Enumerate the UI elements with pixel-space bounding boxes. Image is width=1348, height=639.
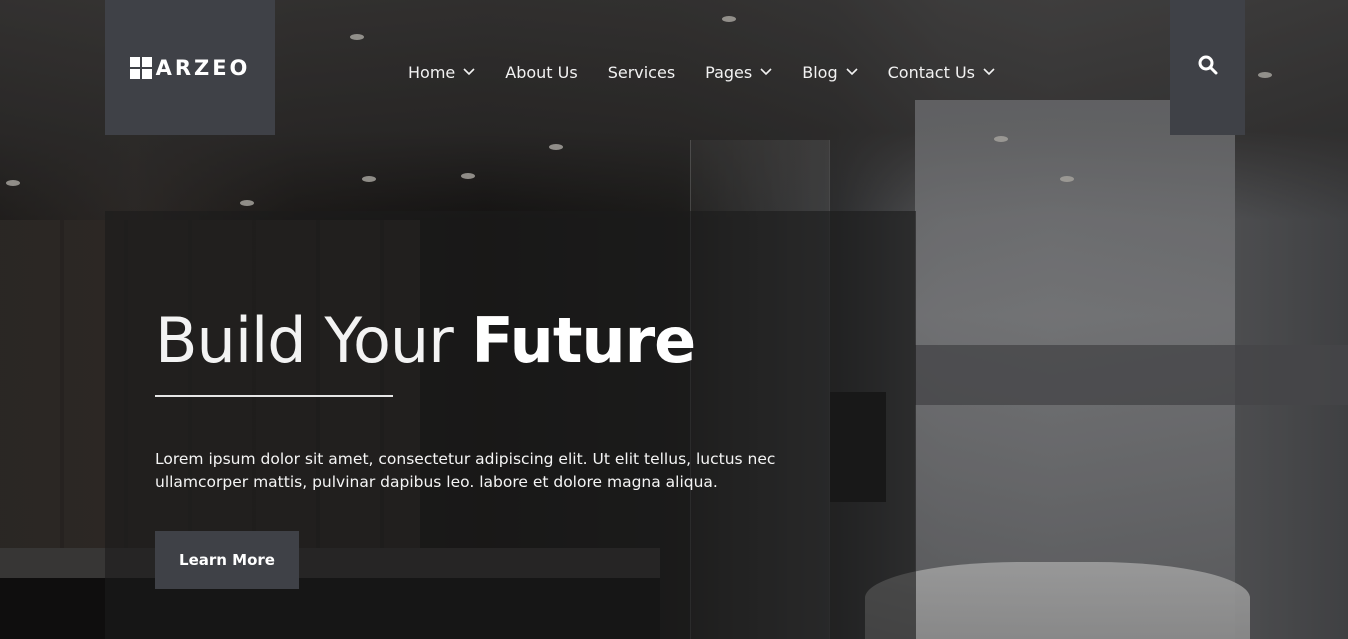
chevron-down-icon — [846, 66, 858, 78]
chevron-down-icon — [760, 66, 772, 78]
hero-title-bold: Future — [471, 304, 696, 377]
chevron-down-icon — [463, 66, 475, 78]
hero-title: Build Your Future — [155, 303, 696, 379]
nav-item-label: Services — [607, 62, 676, 82]
hero-divider — [155, 395, 393, 397]
learn-more-button[interactable]: Learn More — [155, 531, 299, 589]
chevron-down-icon — [983, 66, 995, 78]
nav-item-label: Pages — [705, 62, 753, 82]
nav-item-label: Blog — [802, 62, 838, 82]
nav-item-contact-us[interactable]: Contact Us — [888, 63, 995, 82]
nav-item-home[interactable]: Home — [408, 63, 475, 82]
search-button[interactable] — [1170, 0, 1245, 135]
nav-item-label: Contact Us — [887, 62, 975, 82]
nav-item-label: Home — [408, 62, 456, 82]
nav-item-label: About Us — [505, 62, 578, 82]
hero-title-light: Build Your — [155, 304, 472, 377]
logo-text: ARZEO — [155, 55, 251, 80]
search-icon — [1198, 55, 1218, 80]
nav-item-services[interactable]: Services — [608, 63, 675, 82]
logo-link[interactable]: ARZEO — [105, 0, 275, 135]
nav-item-about-us[interactable]: About Us — [505, 63, 577, 82]
hero-description: Lorem ipsum dolor sit amet, consectetur … — [155, 450, 776, 491]
main-nav: Home About Us Services Pages Blog Contac… — [408, 61, 1025, 83]
nav-item-pages[interactable]: Pages — [705, 63, 772, 82]
logo-mark-icon — [129, 56, 152, 79]
nav-item-blog[interactable]: Blog — [802, 62, 858, 82]
